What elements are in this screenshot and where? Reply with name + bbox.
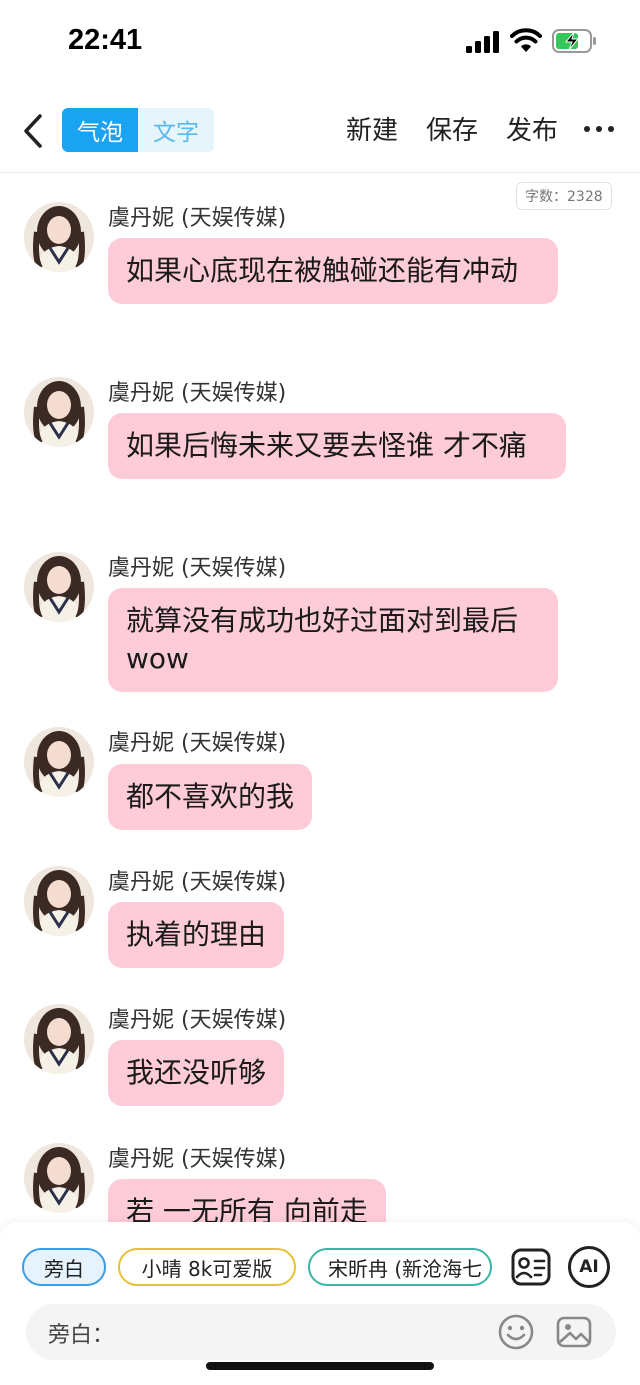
- sender-name: 虞丹妮 (天娱传媒): [108, 381, 287, 406]
- chevron-left-icon[interactable]: [16, 108, 50, 154]
- message-bubble[interactable]: 就算没有成功也好过面对到最后 wow: [108, 588, 558, 692]
- message-bubble[interactable]: 执着的理由: [108, 902, 285, 968]
- role-chip-song[interactable]: 宋昕冉 (新沧海七: [308, 1248, 492, 1286]
- message-bubble[interactable]: 若 一无所有 向前走: [108, 1179, 386, 1222]
- role-chip-xiaoqing[interactable]: 小晴 8k可爱版: [118, 1248, 296, 1286]
- sender-name: 虞丹妮 (天娱传媒): [108, 206, 287, 231]
- contact-card-icon[interactable]: [510, 1246, 552, 1288]
- wifi-icon: [510, 28, 542, 52]
- message-bubble[interactable]: 我还没听够: [108, 1040, 285, 1106]
- mode-toggle: 气泡 文字: [62, 108, 214, 152]
- avatar[interactable]: [24, 1004, 94, 1074]
- cellular-signal-icon: [466, 31, 499, 53]
- ai-button[interactable]: AI: [568, 1246, 610, 1288]
- input-role-label: 旁白：: [48, 1323, 115, 1348]
- divider: [0, 172, 640, 173]
- emoji-smile-icon[interactable]: [496, 1312, 536, 1352]
- more-horizontal-icon[interactable]: [584, 122, 614, 136]
- tab-bubble-mode[interactable]: 气泡: [62, 108, 138, 152]
- tab-text-mode[interactable]: 文字: [138, 108, 214, 152]
- avatar[interactable]: [24, 1143, 94, 1213]
- word-count-badge: 字数：2328: [516, 182, 612, 210]
- composer-panel: 旁白 小晴 8k可爱版 宋昕冉 (新沧海七 AI 旁白：: [0, 1222, 640, 1385]
- message-bubble[interactable]: 如果心底现在被触碰还能有冲动: [108, 238, 558, 304]
- message-input[interactable]: [110, 1314, 490, 1350]
- sender-name: 虞丹妮 (天娱传媒): [108, 870, 287, 895]
- message-bubble[interactable]: 都不喜欢的我: [108, 764, 313, 830]
- image-icon[interactable]: [554, 1312, 594, 1352]
- publish-button[interactable]: 发布: [506, 110, 558, 147]
- sender-name: 虞丹妮 (天娱传媒): [108, 1147, 287, 1172]
- input-bar: 旁白：: [26, 1304, 616, 1360]
- status-time: 22:41: [68, 24, 143, 56]
- sender-name: 虞丹妮 (天娱传媒): [108, 731, 287, 756]
- save-button[interactable]: 保存: [426, 110, 478, 147]
- avatar[interactable]: [24, 552, 94, 622]
- avatar[interactable]: [24, 727, 94, 797]
- avatar[interactable]: [24, 377, 94, 447]
- message-bubble[interactable]: 如果后悔未来又要去怪谁 才不痛: [108, 413, 566, 479]
- sender-name: 虞丹妮 (天娱传媒): [108, 556, 287, 581]
- avatar[interactable]: [24, 866, 94, 936]
- role-chip-narrator[interactable]: 旁白: [22, 1248, 106, 1286]
- editor-toolbar: 气泡 文字 新建 保存 发布: [0, 100, 640, 162]
- avatar[interactable]: [24, 202, 94, 272]
- new-button[interactable]: 新建: [346, 110, 398, 147]
- sender-name: 虞丹妮 (天娱传媒): [108, 1008, 287, 1033]
- battery-charging-icon: [552, 29, 596, 53]
- home-indicator: [206, 1362, 434, 1370]
- status-bar: 22:41: [0, 0, 640, 88]
- message-list[interactable]: 虞丹妮 (天娱传媒) 如果心底现在被触碰还能有冲动 虞丹妮 (天娱传媒) 如果后…: [0, 174, 640, 1222]
